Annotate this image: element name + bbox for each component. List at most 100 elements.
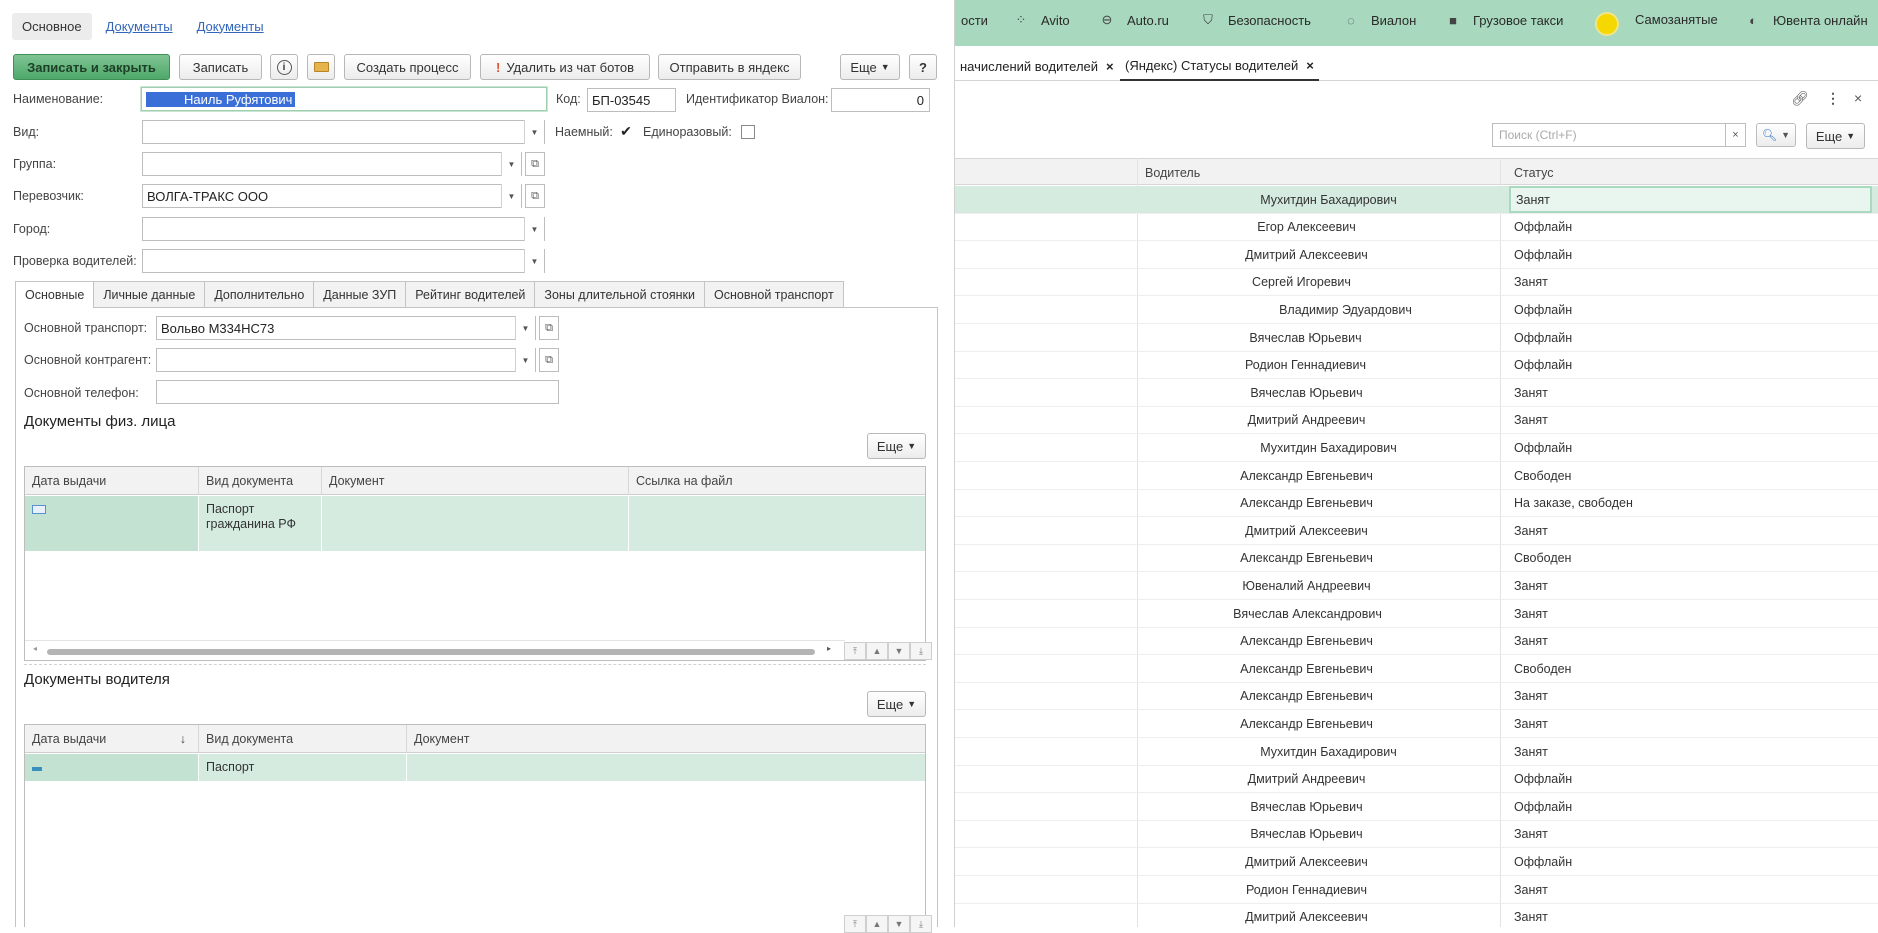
clear-search-icon[interactable]: × [1726, 123, 1746, 147]
table-row[interactable]: Владимир Эдуардович Оффлайн [955, 296, 1878, 324]
table-row[interactable]: Александр Евгеньевич Свободен [955, 655, 1878, 683]
more-button[interactable]: Еще ▼ [840, 54, 900, 80]
tab-driver-charges[interactable]: начислений водителей × [955, 51, 1119, 81]
table-row[interactable]: Александр Евгеньевич Занят [955, 683, 1878, 711]
table-row[interactable]: Мухитдин Бахадирович Занят [955, 186, 1878, 214]
column-header[interactable]: Вид документа [199, 467, 322, 495]
table-row[interactable]: Дмитрий Алексеевич Оффлайн [955, 241, 1878, 269]
scrollbar-thumb[interactable] [47, 649, 815, 655]
nav-item-autoru[interactable]: ⊖ Auto.ru [1099, 0, 1169, 40]
tab-main[interactable]: Основное [12, 12, 92, 40]
search-button[interactable]: 🔍︎ ▼ [1756, 123, 1796, 147]
table-row[interactable]: Дмитрий Алексеевич Занят [955, 517, 1878, 545]
tab-rating[interactable]: Рейтинг водителей [405, 281, 536, 307]
column-header-driver[interactable]: Водитель [1145, 159, 1200, 186]
open-icon[interactable]: ⧉ [525, 152, 545, 176]
close-icon[interactable]: × [1306, 58, 1314, 73]
vialon-id-input[interactable]: 0 [831, 88, 930, 112]
link-icon[interactable]: 🔗︎ [1791, 90, 1809, 107]
save-and-close-button[interactable]: Записать и закрыть [13, 54, 170, 80]
name-input[interactable]: Наиль Руфятович [141, 87, 547, 111]
tab-personal[interactable]: Личные данные [93, 281, 206, 307]
tab-zup[interactable]: Данные ЗУП [313, 281, 407, 307]
chevron-down-icon[interactable]: ▼ [501, 184, 521, 208]
contractor-select[interactable] [156, 348, 536, 372]
tab-basic[interactable]: Основные [15, 281, 95, 308]
move-bottom-icon[interactable]: ⤓ [910, 915, 932, 933]
open-icon[interactable]: ⧉ [539, 316, 559, 340]
move-down-icon[interactable]: ▼ [888, 642, 910, 660]
column-header-status[interactable]: Статус [1509, 159, 1554, 186]
table-row[interactable]: Александр Евгеньевич На заказе, свободен [955, 490, 1878, 518]
table-row[interactable]: Вячеслав Юрьевич Оффлайн [955, 793, 1878, 821]
table-row[interactable]: Вячеслав Юрьевич Занят [955, 821, 1878, 849]
info-button[interactable]: i [270, 54, 298, 80]
chevron-down-icon[interactable]: ▼ [501, 152, 521, 176]
table-row[interactable]: Мухитдин Бахадирович Занят [955, 738, 1878, 766]
close-icon[interactable]: × [1106, 59, 1114, 74]
table-row[interactable]: Сергей Игоревич Занят [955, 269, 1878, 297]
tab-parking-zones[interactable]: Зоны длительной стоянки [534, 281, 706, 307]
table-row[interactable]: Александр Евгеньевич Свободен [955, 462, 1878, 490]
help-button[interactable]: ? [909, 54, 937, 80]
tab-documents-2[interactable]: Документы [187, 13, 274, 40]
open-icon[interactable]: ⧉ [539, 348, 559, 372]
nav-item-juventa[interactable]: ◐ Ювента онлайн [1745, 0, 1868, 40]
table-row[interactable]: Егор Алексеевич Оффлайн [955, 214, 1878, 242]
nav-item-cargo-taxi[interactable]: ■ Грузовое такси [1445, 0, 1563, 40]
nav-item-partial[interactable]: ости [961, 0, 988, 40]
driver-docs-more-button[interactable]: Еще ▼ [867, 691, 926, 717]
table-row[interactable]: Дмитрий Алексеевич Оффлайн [955, 848, 1878, 876]
scroll-left-icon[interactable]: ◂ [33, 644, 37, 653]
table-row[interactable]: Александр Евгеньевич Занят [955, 710, 1878, 738]
kebab-menu-icon[interactable]: ⋮ [1826, 90, 1840, 107]
column-header[interactable]: Документ [322, 467, 629, 495]
horizontal-scrollbar[interactable]: ◂ ▸ [25, 640, 845, 660]
nav-item-security[interactable]: ⛉ Безопасность [1200, 0, 1311, 40]
column-header[interactable]: Дата выдачи ↓ [25, 725, 199, 753]
move-up-icon[interactable]: ▲ [866, 915, 888, 933]
folder-button[interactable] [307, 54, 335, 80]
create-process-button[interactable]: Создать процесс [344, 54, 471, 80]
table-row[interactable]: Мухитдин Бахадирович Оффлайн [955, 434, 1878, 462]
open-icon[interactable]: ⧉ [525, 184, 545, 208]
search-input[interactable]: Поиск (Ctrl+F) [1492, 123, 1726, 147]
transport-select[interactable]: Вольво М334НС73 [156, 316, 536, 340]
tab-documents-1[interactable]: Документы [96, 13, 183, 40]
table-row[interactable]: Родион Геннадиевич Оффлайн [955, 352, 1878, 380]
move-top-icon[interactable]: ⤒ [844, 915, 866, 933]
column-header[interactable]: Ссылка на файл [629, 467, 927, 495]
group-select[interactable] [142, 152, 522, 176]
table-row[interactable]: Александр Евгеньевич Занят [955, 628, 1878, 656]
scroll-right-icon[interactable]: ▸ [827, 644, 831, 653]
nav-item-avito[interactable]: ⁘ Avito [1013, 0, 1070, 40]
table-row[interactable]: Дмитрий Андреевич Занят [955, 407, 1878, 435]
table-row[interactable]: Паспорт гражданина РФ [25, 496, 925, 551]
chevron-down-icon[interactable]: ▼ [515, 316, 535, 340]
send-to-yandex-button[interactable]: Отправить в яндекс [658, 54, 801, 80]
table-row[interactable]: Вячеслав Юрьевич Оффлайн [955, 324, 1878, 352]
close-icon[interactable]: × [1854, 90, 1862, 106]
table-row[interactable]: Вячеслав Александрович Занят [955, 600, 1878, 628]
nav-item-vialon[interactable]: ◌ Виалон [1343, 0, 1416, 40]
city-select[interactable] [142, 217, 545, 241]
table-row[interactable]: Дмитрий Алексеевич Занят [955, 904, 1878, 927]
kind-select[interactable] [142, 120, 545, 144]
table-row[interactable]: Дмитрий Андреевич Оффлайн [955, 766, 1878, 794]
move-top-icon[interactable]: ⤒ [844, 642, 866, 660]
table-row[interactable]: Паспорт [25, 754, 925, 781]
table-row[interactable]: Ювеналий Андреевич Занят [955, 572, 1878, 600]
column-header[interactable]: Дата выдачи [25, 467, 199, 495]
column-header[interactable]: Вид документа [199, 725, 407, 753]
carrier-select[interactable]: ВОЛГА-ТРАКС ООО [142, 184, 522, 208]
move-up-icon[interactable]: ▲ [866, 642, 888, 660]
column-header[interactable]: Документ [407, 725, 927, 753]
tab-additional[interactable]: Дополнительно [204, 281, 315, 307]
chevron-down-icon[interactable]: ▼ [524, 249, 544, 273]
driver-check-select[interactable] [142, 249, 545, 273]
list-more-button[interactable]: Еще ▼ [1806, 123, 1865, 149]
table-row[interactable]: Родион Геннадиевич Занят [955, 876, 1878, 904]
phys-docs-more-button[interactable]: Еще ▼ [867, 433, 926, 459]
hired-checkbox[interactable]: ✔ [619, 124, 633, 138]
tab-yandex-statuses[interactable]: (Яндекс) Статусы водителей × [1120, 51, 1319, 81]
